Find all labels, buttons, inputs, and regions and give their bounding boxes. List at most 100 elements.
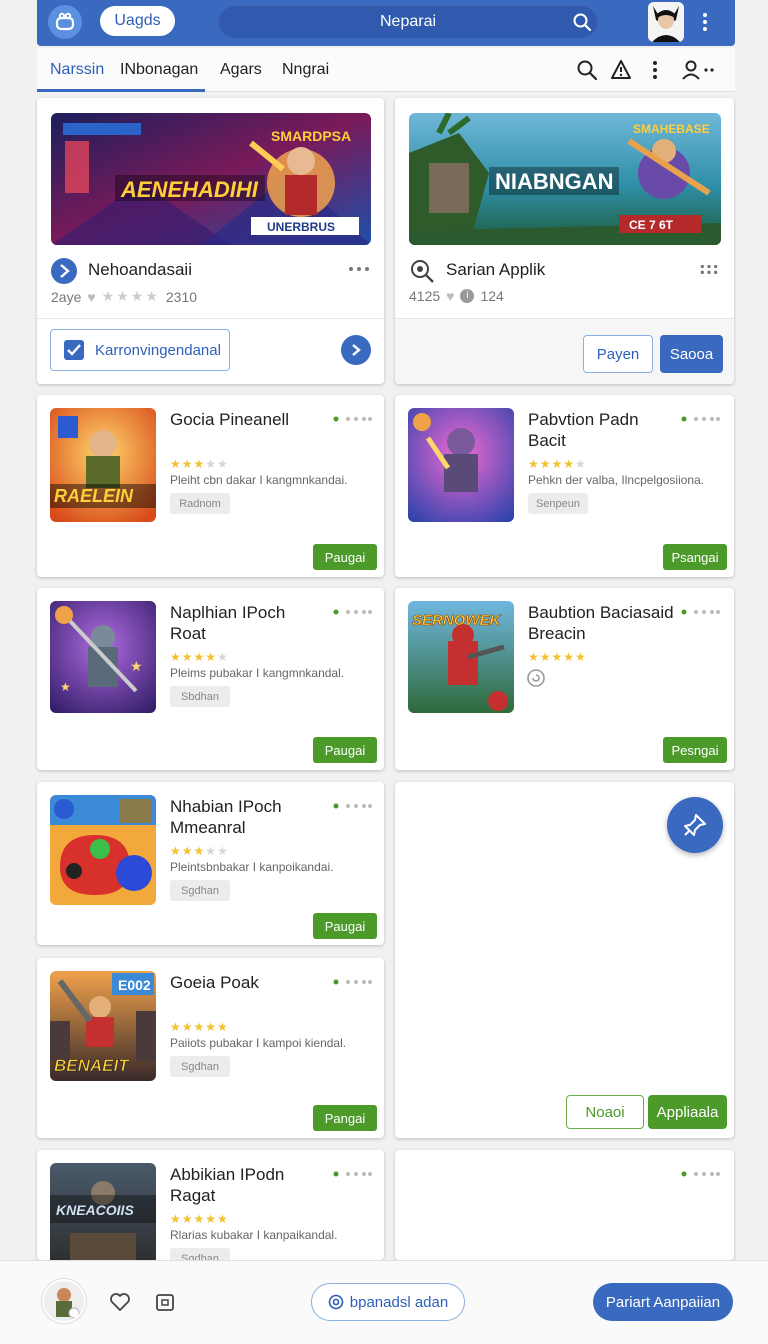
more-horizontal-icon[interactable] [680, 608, 720, 616]
meta-right-text: 124 [480, 288, 504, 304]
rating-stars: ★★★★★ [528, 650, 587, 664]
payen-button[interactable]: Payen [583, 335, 653, 373]
app-card[interactable] [395, 1150, 734, 1260]
app-thumbnail[interactable]: ★ ★ [50, 601, 156, 713]
pin-fab-button[interactable] [667, 797, 723, 853]
app-card[interactable]: RAELEIN Gocia Pineanell ★★★★★ Pleiht cbn… [37, 395, 384, 577]
app-card[interactable]: SERNOWEK Baubtion Baciasaid Breacin ★★★★… [395, 588, 734, 770]
refresh-icon[interactable] [526, 668, 546, 688]
featured-banner-image[interactable]: NIABNGAN SMAHEBASE CE 7 6T [409, 113, 721, 245]
featured-footer: Karronvingendanal [37, 319, 384, 384]
app-thumbnail[interactable]: E002 BENAEIT [50, 971, 156, 1081]
rating-stars: ★★★★★ [528, 457, 587, 471]
app-name-pill[interactable]: Uagds [100, 6, 175, 36]
svg-text:★: ★ [130, 658, 143, 674]
search-input[interactable]: Neparai [218, 13, 598, 31]
noaoi-button[interactable]: Noaoi [566, 1095, 644, 1129]
account-icon[interactable] [679, 58, 719, 82]
app-thumbnail[interactable]: KNEACOIIS [50, 1163, 156, 1260]
heart-icon[interactable] [109, 1291, 131, 1313]
app-name[interactable]: Goeia Poak [170, 972, 320, 993]
checkbox-icon [64, 340, 84, 360]
featured-app-name[interactable]: Nehoandasaii [88, 260, 192, 280]
collection-button[interactable]: Karronvingendanal [50, 329, 230, 371]
search-icon[interactable] [572, 12, 592, 32]
tab-bar: Narssin INbonagan Agars Nngrai [37, 48, 735, 92]
app-thumbnail[interactable] [50, 795, 156, 905]
featured-banner-image[interactable]: AENEHADIHI SMARDPSA UNERBRUS [51, 113, 371, 245]
app-name[interactable]: Pabvtion Padn Bacit [528, 409, 678, 451]
featured-app-name[interactable]: Sarian Applik [446, 260, 545, 280]
more-options-icon[interactable] [697, 10, 713, 34]
thumb-title-text: KNEACOIIS [56, 1202, 134, 1218]
more-horizontal-icon[interactable] [332, 802, 372, 810]
more-horizontal-icon[interactable] [348, 264, 370, 274]
get-button[interactable]: Paugai [313, 544, 377, 570]
more-horizontal-icon[interactable] [680, 1170, 720, 1178]
rating-stars: ★★★★★ [170, 457, 229, 471]
alert-icon[interactable] [609, 58, 633, 82]
rating-stars: ★★★★★ [170, 1212, 229, 1226]
more-horizontal-icon[interactable] [332, 415, 372, 423]
get-button[interactable]: Psangai [663, 544, 727, 570]
banner-title-text: NIABNGAN [495, 169, 614, 194]
app-description: Pleims pubakar I kangmnkandal. [170, 666, 345, 680]
collection-button-label: Karronvingendanal [95, 341, 221, 359]
app-name[interactable]: Gocia Pineanell [170, 409, 320, 430]
bottom-bar: bpanadsl adan Pariart Aanpaiian [0, 1260, 768, 1344]
apply-button[interactable]: Appliaala [648, 1095, 727, 1129]
get-button[interactable]: Paugai [313, 913, 377, 939]
app-thumbnail[interactable] [408, 408, 514, 522]
app-card[interactable]: Nhabian IPoch Mmeanral ★★★★★ Pleintsbnba… [37, 782, 384, 945]
featured-footer: Payen Saooa [395, 319, 734, 384]
svg-text:★: ★ [60, 680, 71, 694]
app-description: Paiiots pubakar I kampoi kiendal. [170, 1036, 347, 1050]
app-card[interactable]: E002 BENAEIT Goeia Poak ★★★★★ Paiiots pub… [37, 958, 384, 1138]
app-card[interactable]: KNEACOIIS Abbikian IPodn Ragat ★★★★★ Rla… [37, 1150, 384, 1260]
more-horizontal-icon[interactable] [332, 978, 372, 986]
app-thumbnail[interactable]: RAELEIN [50, 408, 156, 522]
app-thumbnail[interactable]: SERNOWEK [408, 601, 514, 713]
primary-action-button[interactable]: Pariart Aanpaiian [593, 1283, 733, 1321]
app-name[interactable]: Naplhian IPoch Roat [170, 602, 320, 644]
more-horizontal-icon[interactable] [332, 608, 372, 616]
user-avatar[interactable] [648, 2, 684, 42]
meta-left-text: 4125 [409, 288, 441, 304]
next-arrow-button[interactable] [341, 335, 371, 365]
detail-panel: Noaoi Appliaala [395, 782, 734, 1138]
info-icon: i [460, 289, 475, 303]
bag-icon[interactable] [154, 1291, 176, 1313]
app-name[interactable]: Baubtion Baciasaid Breacin [528, 602, 678, 644]
get-button[interactable]: Pesngai [663, 737, 727, 763]
secondary-pill-button[interactable]: bpanadsl adan [311, 1283, 465, 1321]
app-description: Pleiht cbn dakar I kangmnkandai. [170, 473, 348, 487]
app-card[interactable]: Pabvtion Padn Bacit ★★★★★ Pehkn der valb… [395, 395, 734, 577]
saooa-button[interactable]: Saooa [660, 335, 723, 373]
search-icon[interactable] [575, 58, 599, 82]
get-button[interactable]: Pangai [313, 1105, 377, 1131]
thumb-title-text: SERNOWEK [412, 612, 502, 629]
app-tag: Sgdhan [170, 880, 230, 901]
app-name[interactable]: Abbikian IPodn Ragat [170, 1164, 320, 1206]
tab-narssin[interactable]: Narssin [50, 61, 104, 79]
app-card[interactable]: ★ ★ Naplhian IPoch Roat ★★★★★ Pleims puba… [37, 588, 384, 770]
more-horizontal-icon[interactable] [680, 415, 720, 423]
app-name[interactable]: Nhabian IPoch Mmeanral [170, 796, 320, 838]
app-logo-icon[interactable] [48, 5, 82, 39]
arrow-badge-icon [51, 258, 77, 284]
more-vertical-icon[interactable] [643, 58, 667, 82]
tab-nngrai[interactable]: Nngrai [282, 61, 329, 79]
featured-meta: 4125 ♥ i 124 [409, 288, 504, 304]
tab-agars[interactable]: Agars [220, 61, 262, 79]
more-grid-icon[interactable] [698, 264, 720, 274]
more-horizontal-icon[interactable] [332, 1170, 372, 1178]
featured-card[interactable]: AENEHADIHI SMARDPSA UNERBRUS Nehoandasai… [37, 98, 384, 384]
tab-inbonagan[interactable]: INbonagan [120, 61, 198, 79]
get-button[interactable]: Paugai [313, 737, 377, 763]
app-tag: Sgdhan [170, 1056, 230, 1077]
search-bar[interactable]: Neparai [218, 5, 598, 39]
profile-avatar[interactable] [42, 1279, 86, 1323]
meta-left-text: 2aye [51, 288, 82, 305]
featured-card[interactable]: NIABNGAN SMAHEBASE CE 7 6T Sarian Applik… [395, 98, 734, 384]
banner-top-text: SMARDPSA [271, 128, 351, 144]
